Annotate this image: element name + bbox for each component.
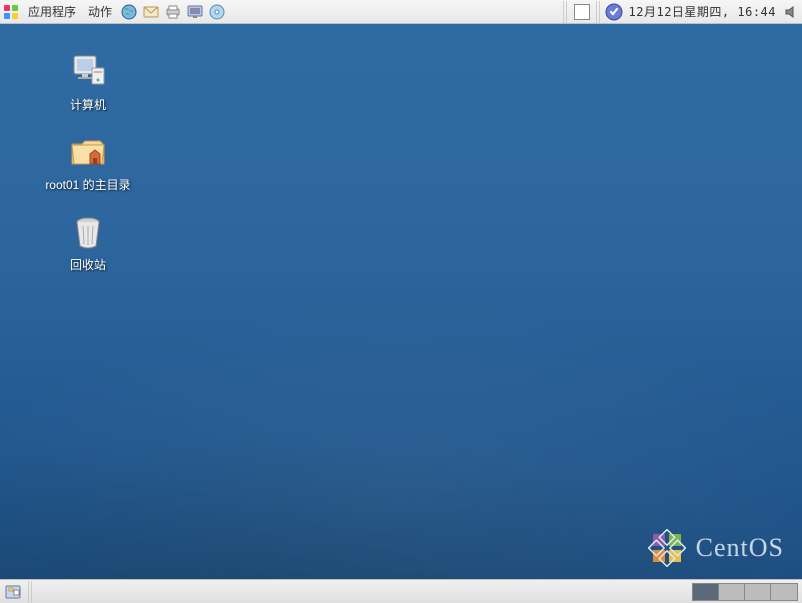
workspace-4[interactable] (771, 584, 797, 600)
show-desktop-button[interactable] (2, 581, 24, 603)
centos-branding: CentOS (648, 529, 784, 567)
panel-separator (596, 1, 601, 23)
workspace-switcher (692, 583, 798, 601)
update-icon[interactable] (604, 2, 624, 22)
desktop-icon-trash[interactable]: 回收站 (18, 212, 158, 273)
disc-tools-icon[interactable] (207, 2, 227, 22)
centos-logo-text: CentOS (696, 533, 784, 563)
clock[interactable]: 12月12日星期四, 16:44 (625, 3, 780, 20)
top-panel: 应用程序 动作 (0, 0, 802, 24)
notification-area[interactable] (574, 4, 590, 20)
desktop-icon-home[interactable]: root01 的主目录 (18, 132, 158, 193)
print-icon[interactable] (163, 2, 183, 22)
panel-right: 12月12日星期四, 16:44 (561, 0, 802, 23)
home-folder-icon (68, 132, 108, 172)
main-menu-icon[interactable] (1, 2, 21, 22)
desktop-icon-label: 回收站 (18, 256, 158, 273)
workspace-3[interactable] (745, 584, 771, 600)
panel-separator (28, 581, 33, 603)
desktop-icon-label: root01 的主目录 (18, 176, 158, 193)
desktop[interactable]: 计算机 root01 的主目录 回收站 (0, 24, 802, 579)
bottom-panel (0, 579, 802, 603)
actions-menu[interactable]: 动作 (82, 0, 118, 23)
desktop-icon-computer[interactable]: 计算机 (18, 52, 158, 113)
monitor-icon[interactable] (185, 2, 205, 22)
mail-icon[interactable] (141, 2, 161, 22)
globe-icon[interactable] (119, 2, 139, 22)
applications-menu[interactable]: 应用程序 (22, 0, 82, 23)
panel-left: 应用程序 动作 (0, 0, 228, 23)
computer-icon (68, 52, 108, 92)
volume-icon[interactable] (781, 2, 801, 22)
workspace-2[interactable] (719, 584, 745, 600)
centos-logo-icon (648, 529, 686, 567)
desktop-icon-label: 计算机 (18, 96, 158, 113)
trash-icon (68, 212, 108, 252)
window-list[interactable] (35, 580, 688, 603)
workspace-1[interactable] (693, 584, 719, 600)
panel-separator (563, 1, 568, 23)
